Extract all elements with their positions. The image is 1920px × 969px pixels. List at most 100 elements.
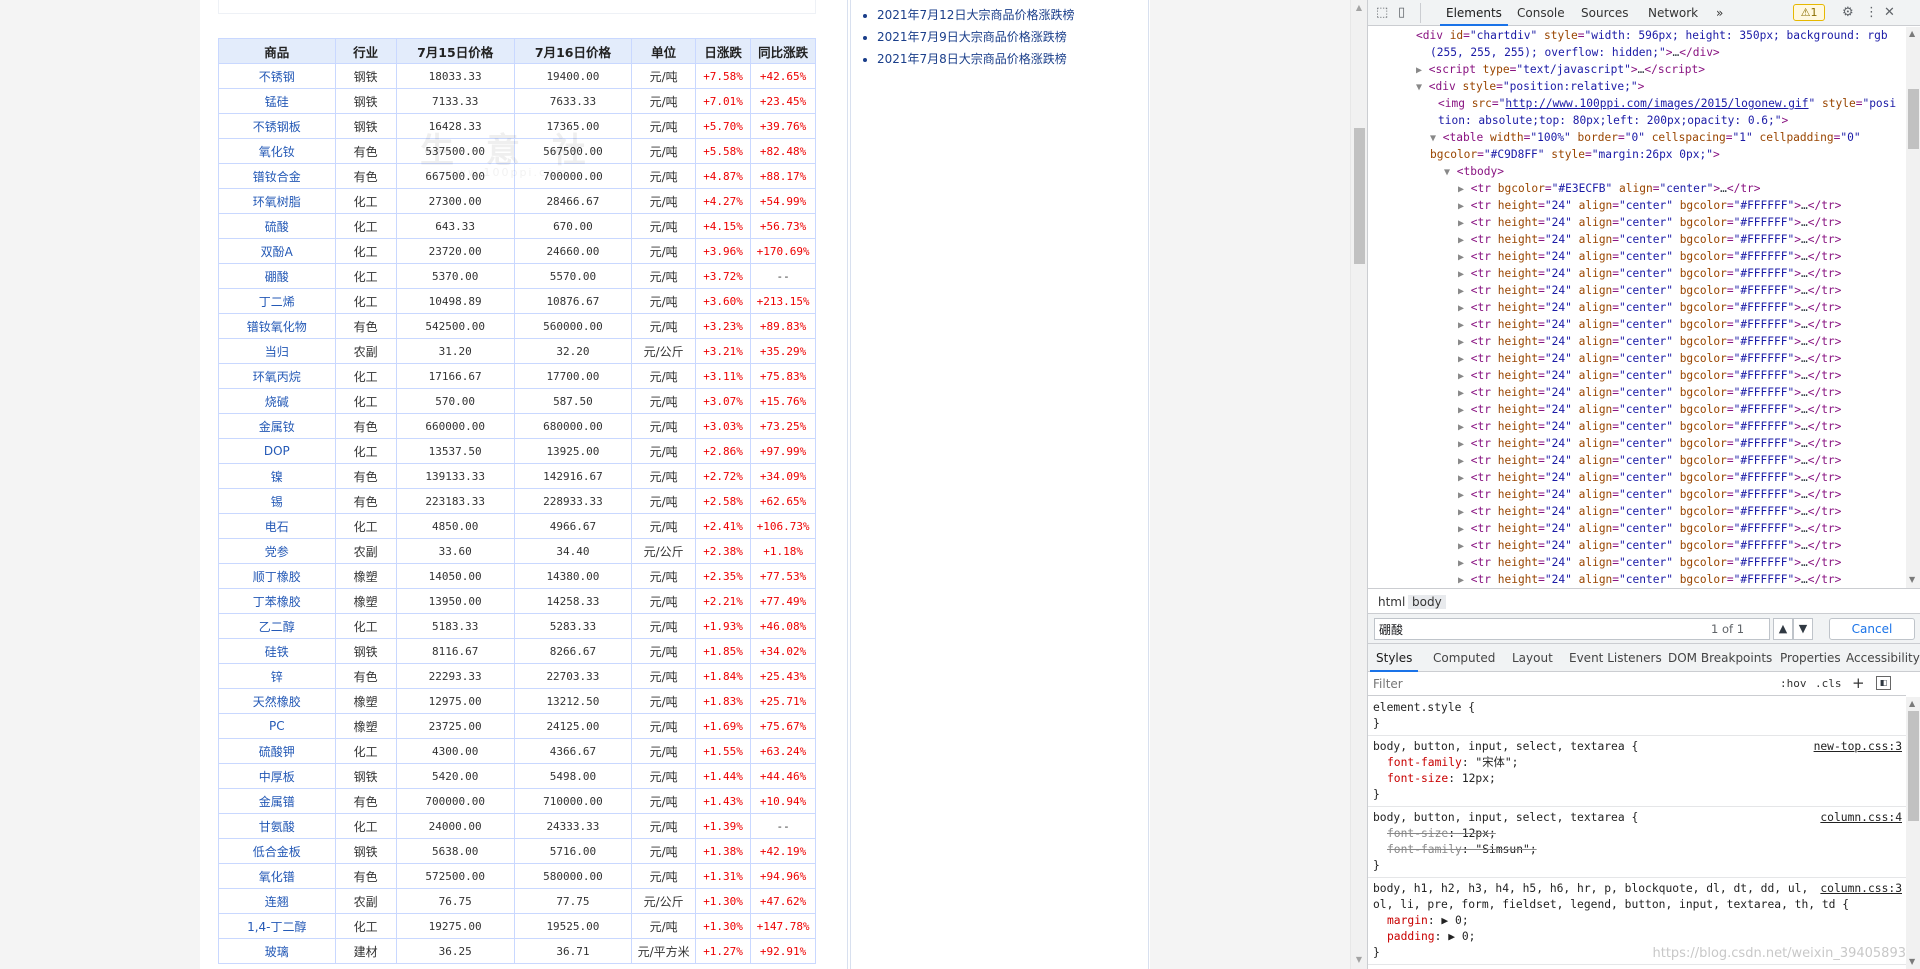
commodity-name[interactable]: 连翘 xyxy=(219,889,335,913)
css-property[interactable]: font-family: "宋体"; xyxy=(1373,755,1902,771)
dom-node-line[interactable]: ▶ <tr height="24" align="center" bgcolor… xyxy=(1368,401,1906,418)
dom-node-line[interactable]: ▶ <tr height="24" align="center" bgcolor… xyxy=(1368,333,1906,350)
scroll-down-arrow-icon[interactable]: ▼ xyxy=(1909,957,1915,966)
expand-toggle-icon[interactable]: ▶ xyxy=(1458,473,1464,484)
expand-toggle-icon[interactable]: ▶ xyxy=(1458,456,1464,467)
dom-node-line[interactable]: ▶ <script type="text/javascript">…</scri… xyxy=(1368,61,1906,78)
dom-node-line[interactable]: ▶ <tr height="24" align="center" bgcolor… xyxy=(1368,265,1906,282)
dom-node-line[interactable]: ▶ <tr height="24" align="center" bgcolor… xyxy=(1368,197,1906,214)
tab-network[interactable]: Network xyxy=(1648,6,1698,20)
commodity-name[interactable]: 镨钕合金 xyxy=(219,164,335,188)
scroll-down-arrow-icon[interactable]: ▼ xyxy=(1909,575,1915,584)
commodity-name[interactable]: 烧碱 xyxy=(219,389,335,413)
css-property-name[interactable]: font-family xyxy=(1387,843,1462,856)
commodity-name[interactable]: 镨钕氧化物 xyxy=(219,314,335,338)
tab-styles[interactable]: Styles xyxy=(1369,651,1419,672)
dom-node-line[interactable]: ▶ <tr height="24" align="center" bgcolor… xyxy=(1368,554,1906,571)
commodity-name[interactable]: 甘氨酸 xyxy=(219,814,335,838)
page-scroll-thumb[interactable] xyxy=(1354,128,1365,264)
dom-node-line[interactable]: ▶ <tr height="24" align="center" bgcolor… xyxy=(1368,503,1906,520)
dom-node-line[interactable]: ▶ <tr height="24" align="center" bgcolor… xyxy=(1368,248,1906,265)
commodity-name[interactable]: 丁二烯 xyxy=(219,289,335,313)
commodity-name[interactable]: 金属镨 xyxy=(219,789,335,813)
styles-pane[interactable]: element.style {} body, button, input, sel… xyxy=(1368,697,1906,969)
scroll-down-arrow-icon[interactable]: ▼ xyxy=(1354,955,1364,965)
expand-toggle-icon[interactable]: ▶ xyxy=(1458,218,1464,229)
css-property-name[interactable]: margin xyxy=(1387,914,1428,927)
css-property[interactable]: font-size: 12px; xyxy=(1373,771,1902,787)
expand-toggle-icon[interactable]: ▶ xyxy=(1458,490,1464,501)
expand-toggle-icon[interactable]: ▼ xyxy=(1444,167,1450,178)
expand-toggle-icon[interactable]: ▶ xyxy=(1458,388,1464,399)
commodity-name[interactable]: 硫酸钾 xyxy=(219,739,335,763)
expand-toggle-icon[interactable]: ▶ xyxy=(1458,354,1464,365)
commodity-name[interactable]: 镍 xyxy=(219,464,335,488)
dom-node-line[interactable]: ▶ <tr height="24" align="center" bgcolor… xyxy=(1368,435,1906,452)
tab-elements[interactable]: Elements xyxy=(1440,6,1508,26)
expand-toggle-icon[interactable]: ▶ xyxy=(1458,184,1464,195)
expand-toggle-icon[interactable]: ▶ xyxy=(1458,541,1464,552)
commodity-name[interactable]: 电石 xyxy=(219,514,335,538)
dom-node-line[interactable]: ▶ <tr height="24" align="center" bgcolor… xyxy=(1368,469,1906,486)
commodity-name[interactable]: DOP xyxy=(219,439,335,463)
dom-node-line[interactable]: ▶ <tr height="24" align="center" bgcolor… xyxy=(1368,452,1906,469)
news-item[interactable]: 2021年7月12日大宗商品价格涨跌榜 xyxy=(877,8,1148,30)
close-devtools-icon[interactable]: ✕ xyxy=(1884,5,1895,20)
commodity-name[interactable]: 氧化镨 xyxy=(219,864,335,888)
css-property-name[interactable]: padding xyxy=(1387,930,1435,943)
css-rule[interactable]: element.style {} xyxy=(1368,697,1906,736)
toggle-sidebar-icon[interactable]: ◧ xyxy=(1876,676,1891,690)
css-property-value[interactable]: : 12px; xyxy=(1448,827,1496,840)
more-tabs-icon[interactable]: » xyxy=(1716,6,1723,20)
css-property-value[interactable]: : ▶ 0; xyxy=(1435,930,1476,943)
dom-scroll-thumb[interactable] xyxy=(1908,89,1919,149)
commodity-name[interactable]: 硫酸 xyxy=(219,214,335,238)
dom-node-line[interactable]: ▼ <tbody> xyxy=(1368,163,1906,180)
expand-toggle-icon[interactable]: ▶ xyxy=(1458,575,1464,586)
dom-node-line[interactable]: ▶ <tr height="24" align="center" bgcolor… xyxy=(1368,537,1906,554)
commodity-name[interactable]: 中厚板 xyxy=(219,764,335,788)
tab-event-listeners[interactable]: Event Listeners xyxy=(1569,651,1662,665)
dom-node-line[interactable]: <img src="http://www.100ppi.com/images/2… xyxy=(1368,95,1906,112)
expand-toggle-icon[interactable]: ▼ xyxy=(1430,133,1436,144)
dom-node-line[interactable]: <div id="chartdiv" style="width: 596px; … xyxy=(1368,27,1906,44)
dom-node-line[interactable]: ▶ <tr height="24" align="center" bgcolor… xyxy=(1368,299,1906,316)
settings-gear-icon[interactable]: ⚙ xyxy=(1842,5,1854,20)
expand-toggle-icon[interactable]: ▶ xyxy=(1458,405,1464,416)
commodity-name[interactable]: 乙二醇 xyxy=(219,614,335,638)
dom-node-line[interactable]: ▼ <div style="position:relative;"> xyxy=(1368,78,1906,95)
tab-accessibility[interactable]: Accessibility xyxy=(1846,651,1920,665)
dom-node-line[interactable]: tion: absolute;top: 80px;left: 200px;opa… xyxy=(1368,112,1906,129)
commodity-name[interactable]: 双酚A xyxy=(219,239,335,263)
css-property-name[interactable]: font-size xyxy=(1387,772,1448,785)
commodity-name[interactable]: 天然橡胶 xyxy=(219,689,335,713)
search-next-button[interactable]: ▼ xyxy=(1793,618,1813,640)
expand-toggle-icon[interactable]: ▶ xyxy=(1458,558,1464,569)
css-source-link[interactable]: column.css:4 xyxy=(1820,810,1902,826)
tab-computed[interactable]: Computed xyxy=(1433,651,1495,665)
dom-node-line[interactable]: ▶ <tr height="24" align="center" bgcolor… xyxy=(1368,384,1906,401)
scroll-up-arrow-icon[interactable]: ▲ xyxy=(1354,3,1364,13)
commodity-name[interactable]: 顺丁橡胶 xyxy=(219,564,335,588)
dom-node-line[interactable]: ▶ <tr height="24" align="center" bgcolor… xyxy=(1368,571,1906,588)
commodity-name[interactable]: 当归 xyxy=(219,339,335,363)
dom-node-line[interactable]: ▼ <table width="100%" border="0" cellspa… xyxy=(1368,129,1906,146)
commodity-name[interactable]: 硅铁 xyxy=(219,639,335,663)
tab-properties[interactable]: Properties xyxy=(1780,651,1841,665)
css-property[interactable]: font-family: "Simsun"; xyxy=(1373,842,1902,858)
css-property-name[interactable]: font-family xyxy=(1387,756,1462,769)
dom-node-line[interactable]: ▶ <tr height="24" align="center" bgcolor… xyxy=(1368,231,1906,248)
warnings-badge[interactable]: ⚠1 xyxy=(1793,4,1825,21)
commodity-name[interactable]: 丁苯橡胶 xyxy=(219,589,335,613)
news-link[interactable]: 2021年7月8日大宗商品价格涨跌榜 xyxy=(877,52,1067,66)
expand-toggle-icon[interactable]: ▶ xyxy=(1458,252,1464,263)
styles-scrollbar[interactable]: ▲ ▼ xyxy=(1906,697,1920,969)
commodity-name[interactable]: 低合金板 xyxy=(219,839,335,863)
dom-tree[interactable]: <div id="chartdiv" style="width: 596px; … xyxy=(1368,27,1906,588)
inspect-element-icon[interactable]: ⬚ xyxy=(1376,5,1388,20)
tab-dom-breakpoints[interactable]: DOM Breakpoints xyxy=(1668,651,1772,665)
expand-toggle-icon[interactable]: ▼ xyxy=(1416,82,1422,93)
css-property-value[interactable]: : ▶ 0; xyxy=(1428,914,1469,927)
expand-toggle-icon[interactable]: ▶ xyxy=(1458,439,1464,450)
dom-node-line[interactable]: ▶ <tr height="24" align="center" bgcolor… xyxy=(1368,214,1906,231)
